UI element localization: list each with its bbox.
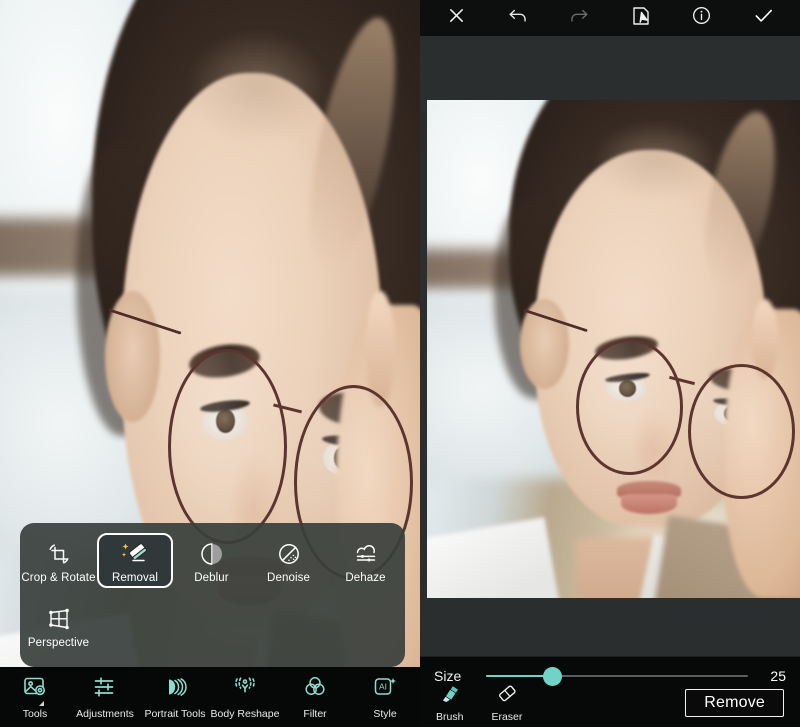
nav-item-portrait-tools[interactable]: Portrait Tools: [140, 675, 210, 720]
close-button[interactable]: [438, 4, 476, 32]
photo-ear: [520, 299, 569, 389]
apply-button[interactable]: [744, 4, 782, 32]
photo-finger: [751, 299, 778, 379]
right-screen: Size 25 Brush Eraser Remove: [420, 0, 800, 727]
slider-fill: [486, 675, 552, 677]
tools-row-1: Crop & Rotate Removal Deblur Denoise Deh…: [20, 533, 405, 588]
photo-hair-shine: [184, 29, 328, 146]
tool-label: Perspective: [27, 637, 90, 649]
nav-label: Body Reshape: [210, 707, 280, 720]
photo-finger: [365, 290, 395, 408]
brush-label: Brush: [436, 710, 464, 723]
tools-image-icon: [22, 675, 48, 704]
undo-icon: [507, 6, 529, 31]
brush-icon: [438, 684, 462, 709]
tool-label: Dehaze: [345, 572, 386, 584]
svg-text:AI: AI: [379, 681, 387, 691]
app-screenshot: Crop & Rotate Removal Deblur Denoise Deh…: [0, 0, 800, 727]
editor-toolbar: [420, 0, 800, 36]
tool-perspective[interactable]: Perspective: [20, 598, 97, 653]
tool-label: Crop & Rotate: [21, 572, 96, 584]
crop-rotate-icon: [46, 541, 72, 567]
eraser-label: Eraser: [491, 710, 523, 723]
mode-tool-row: Brush Eraser Remove: [420, 683, 800, 723]
removal-eraser-icon: [120, 541, 150, 567]
tools-row-2: Perspective: [20, 598, 405, 653]
tool-dehaze[interactable]: Dehaze: [327, 533, 404, 588]
ai-style-icon: AI: [372, 675, 398, 704]
tool-removal[interactable]: Removal: [97, 533, 173, 588]
nav-item-tools[interactable]: Tools: [0, 675, 70, 720]
close-icon: [447, 6, 466, 30]
redo-button[interactable]: [560, 4, 598, 32]
bottom-nav: Tools Adjustments Portrait Tools Body Re…: [0, 667, 420, 727]
photo-iris-left: [618, 379, 636, 397]
body-reshape-icon: [232, 675, 258, 704]
nav-item-filter[interactable]: Filter: [280, 675, 350, 720]
denoise-icon: [276, 541, 302, 567]
redo-icon: [568, 6, 590, 31]
confirm-check-icon: [753, 5, 774, 31]
right-canvas-area[interactable]: [420, 36, 800, 656]
tool-label: Denoise: [267, 572, 310, 584]
nav-item-style[interactable]: AI Style: [350, 675, 420, 720]
nav-label: Filter: [303, 707, 327, 720]
info-button[interactable]: [683, 4, 721, 32]
tool-deblur[interactable]: Deblur: [173, 533, 250, 588]
photo-hair-shine: [591, 119, 718, 200]
size-value: 25: [770, 668, 786, 684]
deblur-icon: [199, 541, 225, 567]
right-photo-canvas[interactable]: [427, 100, 800, 598]
tool-denoise[interactable]: Denoise: [250, 533, 327, 588]
nav-label: Tools: [22, 707, 48, 720]
tool-crop-rotate[interactable]: Crop & Rotate: [20, 533, 97, 588]
sliders-icon: [92, 675, 118, 704]
tools-panel: Crop & Rotate Removal Deblur Denoise Deh…: [20, 523, 405, 667]
info-icon: [691, 5, 712, 31]
remove-button[interactable]: Remove: [685, 689, 784, 717]
removal-controls-bar: Size 25 Brush Eraser Remove: [420, 656, 800, 727]
eraser-tool[interactable]: Eraser: [491, 684, 522, 723]
tool-label: Deblur: [194, 572, 229, 584]
photo-nose: [635, 408, 677, 479]
perspective-icon: [45, 606, 73, 632]
nav-label: Portrait Tools: [144, 707, 206, 720]
portrait-face-icon: [162, 675, 188, 704]
undo-button[interactable]: [499, 4, 537, 32]
size-label: Size: [434, 668, 462, 684]
eraser-icon: [495, 684, 519, 709]
brush-tool[interactable]: Brush: [436, 684, 463, 723]
compare-icon: [630, 5, 652, 32]
tool-label: Removal: [111, 572, 159, 584]
nav-active-caret: [39, 700, 45, 706]
compare-button[interactable]: [622, 4, 660, 32]
nav-label: Adjustments: [76, 707, 134, 720]
dehaze-icon: [353, 541, 379, 567]
bar-divider: [420, 656, 800, 657]
filter-circles-icon: [302, 675, 328, 704]
nav-label: Style: [373, 707, 397, 720]
photo-ear: [105, 290, 160, 422]
left-screen: Crop & Rotate Removal Deblur Denoise Deh…: [0, 0, 420, 727]
nav-item-body-reshape[interactable]: Body Reshape: [210, 675, 280, 720]
nav-item-adjustments[interactable]: Adjustments: [70, 675, 140, 720]
